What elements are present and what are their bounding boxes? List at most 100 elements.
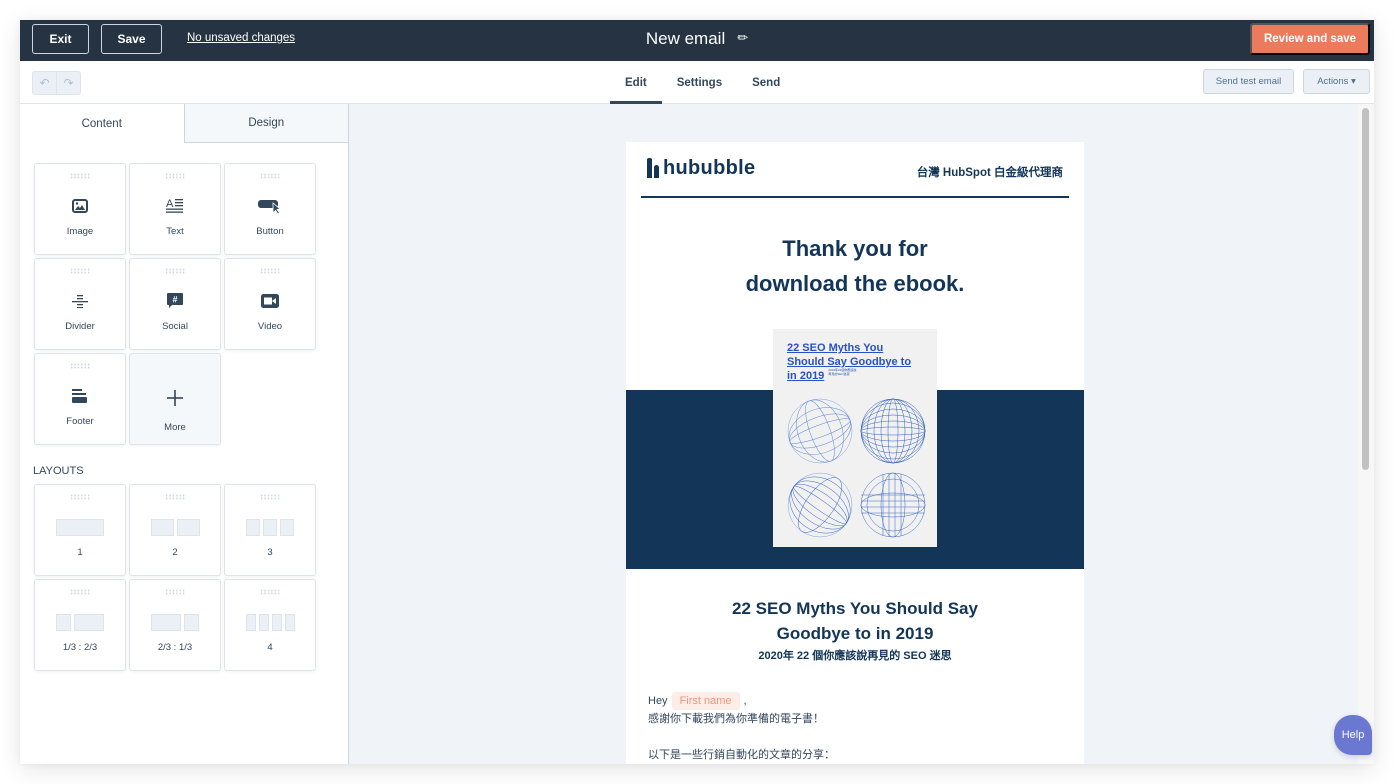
tab-design[interactable]: Design bbox=[183, 104, 348, 143]
module-divider[interactable]: Divider bbox=[34, 258, 126, 350]
email-body-text[interactable]: Hey First name, 感謝你下載我們為你準備的電子書！ 以下是一些行銷自… bbox=[648, 692, 835, 764]
greeting-line: Hey First name, bbox=[648, 692, 835, 710]
logo-text: hububble bbox=[663, 157, 756, 179]
module-label: Footer bbox=[66, 416, 94, 427]
drag-handle-icon[interactable] bbox=[165, 173, 185, 179]
scrollbar-track[interactable] bbox=[1358, 104, 1374, 764]
email-preview: hububble 台灣 HubSpot 白金級代理商 Thank you for… bbox=[626, 142, 1084, 764]
layout-1-3-2-3[interactable]: 1/3 : 2/3 bbox=[34, 579, 126, 671]
module-label: Social bbox=[162, 321, 188, 332]
drag-handle-icon[interactable] bbox=[260, 268, 280, 274]
ebook-section-title[interactable]: 22 SEO Myths You Should Say Goodbye to i… bbox=[626, 596, 1084, 646]
tab-settings[interactable]: Settings bbox=[662, 61, 737, 104]
editor-toolbar: ↶ ↷ Edit Settings Send Send test email A… bbox=[20, 61, 1374, 104]
layout-preview bbox=[225, 519, 315, 536]
module-label: More bbox=[164, 422, 186, 433]
headline-line-1: Thank you for bbox=[782, 236, 928, 261]
image-icon bbox=[35, 196, 125, 216]
plus-icon bbox=[130, 388, 220, 408]
drag-handle-icon[interactable] bbox=[165, 589, 185, 595]
layout-1[interactable]: 1 bbox=[34, 484, 126, 576]
layout-preview bbox=[225, 614, 315, 631]
module-label: Image bbox=[66, 226, 94, 237]
top-bar: Exit Save No unsaved changes New email ✏︎… bbox=[20, 20, 1374, 61]
ebook-cover-title: 22 SEO Myths You Should Say Goodbye to i… bbox=[787, 341, 917, 383]
drag-handle-icon[interactable] bbox=[70, 589, 90, 595]
email-headline[interactable]: Thank you for download the ebook. bbox=[626, 231, 1084, 301]
layout-2[interactable]: 2 bbox=[129, 484, 221, 576]
review-and-save-button[interactable]: Review and save bbox=[1250, 23, 1370, 55]
app-window: Exit Save No unsaved changes New email ✏︎… bbox=[20, 20, 1374, 764]
personalization-token[interactable]: First name bbox=[671, 692, 740, 710]
drag-handle-icon[interactable] bbox=[165, 494, 185, 500]
divider-icon bbox=[35, 291, 125, 311]
drag-handle-icon[interactable] bbox=[260, 589, 280, 595]
drag-handle-icon[interactable] bbox=[165, 268, 185, 274]
ebook-cover-title-text: 22 SEO Myths You Should Say Goodbye to i… bbox=[787, 342, 912, 382]
text-icon: A bbox=[130, 196, 220, 216]
module-text[interactable]: A Text bbox=[129, 163, 221, 255]
email-title: New email ✏︎ bbox=[20, 29, 1374, 49]
ebook-cover-image[interactable]: 22 SEO Myths You Should Say Goodbye to i… bbox=[773, 329, 937, 547]
footer-icon bbox=[35, 386, 125, 406]
redo-icon[interactable]: ↷ bbox=[56, 72, 80, 94]
sphere-3 bbox=[787, 472, 853, 538]
svg-text:#: # bbox=[172, 295, 177, 305]
drag-handle-icon[interactable] bbox=[70, 363, 90, 369]
undo-redo-group: ↶ ↷ bbox=[32, 71, 81, 95]
pencil-icon[interactable]: ✏︎ bbox=[737, 30, 748, 46]
greeting-suffix: , bbox=[743, 695, 747, 707]
layout-preview bbox=[130, 519, 220, 536]
email-canvas: hububble 台灣 HubSpot 白金級代理商 Thank you for… bbox=[349, 104, 1374, 764]
hububble-logo: hububble bbox=[647, 157, 755, 180]
help-button[interactable]: Help bbox=[1334, 715, 1372, 755]
module-social[interactable]: # Social bbox=[129, 258, 221, 350]
drag-handle-icon[interactable] bbox=[260, 173, 280, 179]
drag-handle-icon[interactable] bbox=[70, 173, 90, 179]
sphere-1 bbox=[787, 398, 853, 464]
header-tagline: 台灣 HubSpot 白金級代理商 bbox=[916, 167, 1063, 179]
sphere-4 bbox=[860, 472, 926, 538]
layout-label: 4 bbox=[267, 642, 273, 653]
email-title-text: New email bbox=[645, 29, 726, 48]
layout-label: 2 bbox=[172, 547, 178, 558]
layout-preview bbox=[35, 614, 125, 631]
body-line-articles: 以下是一些行銷自動化的文章的分享： bbox=[648, 749, 835, 761]
layout-3[interactable]: 3 bbox=[224, 484, 316, 576]
wireframe-spheres-illustration bbox=[787, 398, 926, 538]
headline-line-2: download the ebook. bbox=[745, 271, 965, 296]
layout-2-3-1-3[interactable]: 2/3 : 1/3 bbox=[129, 579, 221, 671]
modules-grid: Image A Text Button Divider # Social Vid… bbox=[34, 163, 316, 445]
drag-handle-icon[interactable] bbox=[70, 494, 90, 500]
actions-dropdown[interactable]: Actions ▾ bbox=[1303, 69, 1370, 94]
layout-4[interactable]: 4 bbox=[224, 579, 316, 671]
send-test-email-button[interactable]: Send test email bbox=[1203, 69, 1294, 94]
scrollbar-thumb[interactable] bbox=[1362, 108, 1369, 470]
layout-label: 1 bbox=[77, 547, 83, 558]
layouts-heading: LAYOUTS bbox=[33, 465, 84, 477]
social-icon: # bbox=[130, 291, 220, 311]
module-button[interactable]: Button bbox=[224, 163, 316, 255]
tab-content[interactable]: Content bbox=[20, 104, 184, 143]
layout-label: 2/3 : 1/3 bbox=[157, 642, 193, 653]
module-more[interactable]: More bbox=[129, 353, 221, 445]
module-label: Button bbox=[256, 226, 284, 237]
greeting-word: Hey bbox=[648, 695, 668, 707]
module-video[interactable]: Video bbox=[224, 258, 316, 350]
section-title-line-1: 22 SEO Myths You Should Say bbox=[732, 599, 978, 618]
sidebar-tabs: Content Design bbox=[20, 104, 348, 143]
module-image[interactable]: Image bbox=[34, 163, 126, 255]
drag-handle-icon[interactable] bbox=[260, 494, 280, 500]
sidebar: Content Design Image A Text Button Divid… bbox=[20, 104, 349, 764]
module-label: Divider bbox=[65, 321, 95, 332]
undo-icon[interactable]: ↶ bbox=[33, 72, 56, 94]
tab-send[interactable]: Send bbox=[737, 61, 795, 104]
layout-label: 1/3 : 2/3 bbox=[62, 642, 98, 653]
email-header[interactable]: hububble 台灣 HubSpot 白金級代理商 bbox=[641, 142, 1069, 198]
drag-handle-icon[interactable] bbox=[70, 268, 90, 274]
ebook-section-subtitle: 2020年 22 個你應該說再見的 SEO 迷思 bbox=[758, 650, 952, 662]
tab-edit[interactable]: Edit bbox=[610, 61, 662, 104]
module-label: Video bbox=[257, 321, 283, 332]
module-footer[interactable]: Footer bbox=[34, 353, 126, 445]
